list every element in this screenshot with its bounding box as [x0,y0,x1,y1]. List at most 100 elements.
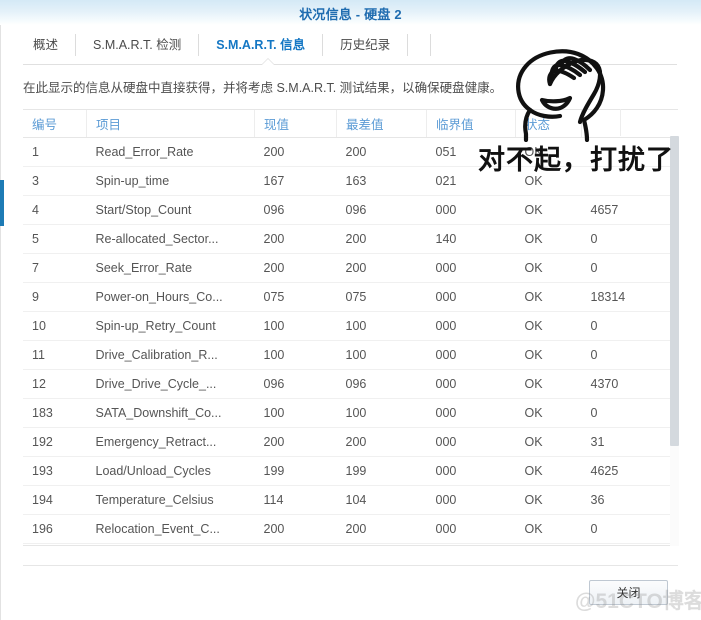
cell-current: 200 [254,427,337,457]
cell-status: OK [515,137,582,167]
cell-item: Spin-up_time [86,166,255,196]
cell-raw: 0 [581,311,678,341]
cell-current: 100 [254,311,337,341]
cell-id: 5 [23,224,87,254]
cell-worst: 096 [336,369,427,399]
tab-overview[interactable]: 概述 [23,34,77,56]
column-header-current[interactable]: 现值 [254,110,337,138]
cell-worst: 200 [336,514,427,544]
table-row[interactable]: 196 Relocation_Event_C... 200 200 000 OK 0 [23,514,678,544]
tab-smart-test[interactable]: S.M.A.R.T. 检测 [76,34,200,56]
table-row[interactable]: 5 Re-allocated_Sector... 200 200 140 OK 0 [23,224,678,254]
cell-raw: 31 [581,427,678,457]
cell-id: 11 [23,340,87,370]
cell-status: OK [515,427,582,457]
cell-id: 193 [23,456,87,486]
column-header-id[interactable]: 编号 [23,110,87,138]
tab-bar: 概述 S.M.A.R.T. 检测 S.M.A.R.T. 信息 历史纪录 [23,31,431,59]
cell-current: 100 [254,398,337,428]
cell-worst: 200 [336,224,427,254]
cell-item: Seek_Error_Rate [86,253,255,283]
cell-worst: 075 [336,282,427,312]
table-row[interactable]: 193 Load/Unload_Cycles 199 199 000 OK 4625 [23,456,678,486]
cell-id: 7 [23,253,87,283]
cell-item: Drive_Drive_Cycle_... [86,369,255,399]
cell-threshold: 000 [426,456,516,486]
table-row[interactable]: 11 Drive_Calibration_R... 100 100 000 OK 0 [23,340,678,370]
close-button[interactable]: 关闭 [589,580,668,605]
cell-item: Re-allocated_Sector... [86,224,255,254]
cell-status: OK [515,398,582,428]
cell-item: SATA_Downshift_Co... [86,398,255,428]
cell-worst: 100 [336,311,427,341]
cell-status: OK [515,340,582,370]
cell-current: 114 [254,485,337,515]
cell-status: OK [515,485,582,515]
table-row[interactable]: 9 Power-on_Hours_Co... 075 075 000 OK 18314 [23,282,678,312]
cell-current: 167 [254,166,337,196]
table-scrollbar-thumb[interactable] [670,136,679,446]
cell-raw: 0 [581,398,678,428]
cell-threshold: 021 [426,166,516,196]
table-header-row: 编号 项目 现值 最差值 临界值 状态 [23,110,678,138]
column-header-worst[interactable]: 最差值 [336,110,427,138]
dialog-left-border [0,25,1,620]
column-header-threshold[interactable]: 临界值 [426,110,516,138]
cell-status: OK [515,369,582,399]
active-tab-caret-icon [262,59,274,65]
cell-current: 075 [254,282,337,312]
column-header-item[interactable]: 项目 [86,110,255,138]
dialog-titlebar: 状况信息 - 硬盘 2 [0,0,701,26]
tab-smart-info[interactable]: S.M.A.R.T. 信息 [199,34,324,56]
cell-threshold: 000 [426,514,516,544]
footer-divider [23,565,678,566]
cell-current: 200 [254,253,337,283]
cell-id: 192 [23,427,87,457]
smart-attributes-table: 编号 项目 现值 最差值 临界值 状态 1 Read_Error_Rate 200 2… [23,110,678,544]
cell-raw [581,137,678,167]
table-row[interactable]: 1 Read_Error_Rate 200 200 051 OK [23,137,678,167]
cell-threshold: 000 [426,253,516,283]
cell-current: 096 [254,369,337,399]
cell-worst: 199 [336,456,427,486]
table-body: 1 Read_Error_Rate 200 200 051 OK 3 Spin-up_time… [23,137,678,544]
left-accent-bar [0,180,4,226]
cell-item: Power-on_Hours_Co... [86,282,255,312]
cell-id: 3 [23,166,87,196]
cell-id: 1 [23,137,87,167]
cell-raw: 18314 [581,282,678,312]
cell-item: Drive_Calibration_R... [86,340,255,370]
table-row[interactable]: 10 Spin-up_Retry_Count 100 100 000 OK 0 [23,311,678,341]
table-row[interactable]: 12 Drive_Drive_Cycle_... 096 096 000 OK 4370 [23,369,678,399]
cell-threshold: 140 [426,224,516,254]
column-header-raw[interactable] [581,110,678,138]
cell-worst: 163 [336,166,427,196]
cell-worst: 200 [336,137,427,167]
smart-attributes-table-container: 编号 项目 现值 最差值 临界值 状态 1 Read_Error_Rate 200 2… [23,109,678,546]
cell-item: Emergency_Retract... [86,427,255,457]
cell-worst: 200 [336,253,427,283]
cell-current: 100 [254,340,337,370]
tab-history[interactable]: 历史纪录 [323,34,409,56]
cell-threshold: 000 [426,282,516,312]
cell-status: OK [515,282,582,312]
cell-raw: 4625 [581,456,678,486]
cell-item: Temperature_Celsius [86,485,255,515]
cell-current: 200 [254,137,337,167]
table-row[interactable]: 4 Start/Stop_Count 096 096 000 OK 4657 [23,195,678,225]
table-row[interactable]: 7 Seek_Error_Rate 200 200 000 OK 0 [23,253,678,283]
cell-status: OK [515,456,582,486]
cell-status: OK [515,166,582,196]
cell-id: 183 [23,398,87,428]
table-row[interactable]: 192 Emergency_Retract... 200 200 000 OK 31 [23,427,678,457]
cell-status: OK [515,253,582,283]
table-row[interactable]: 3 Spin-up_time 167 163 021 OK [23,166,678,196]
cell-threshold: 000 [426,311,516,341]
cell-current: 096 [254,195,337,225]
cell-raw: 0 [581,514,678,544]
table-row[interactable]: 194 Temperature_Celsius 114 104 000 OK 36 [23,485,678,515]
column-header-status[interactable]: 状态 [515,110,582,138]
table-row[interactable]: 183 SATA_Downshift_Co... 100 100 000 OK 0 [23,398,678,428]
cell-item: Spin-up_Retry_Count [86,311,255,341]
cell-threshold: 000 [426,398,516,428]
